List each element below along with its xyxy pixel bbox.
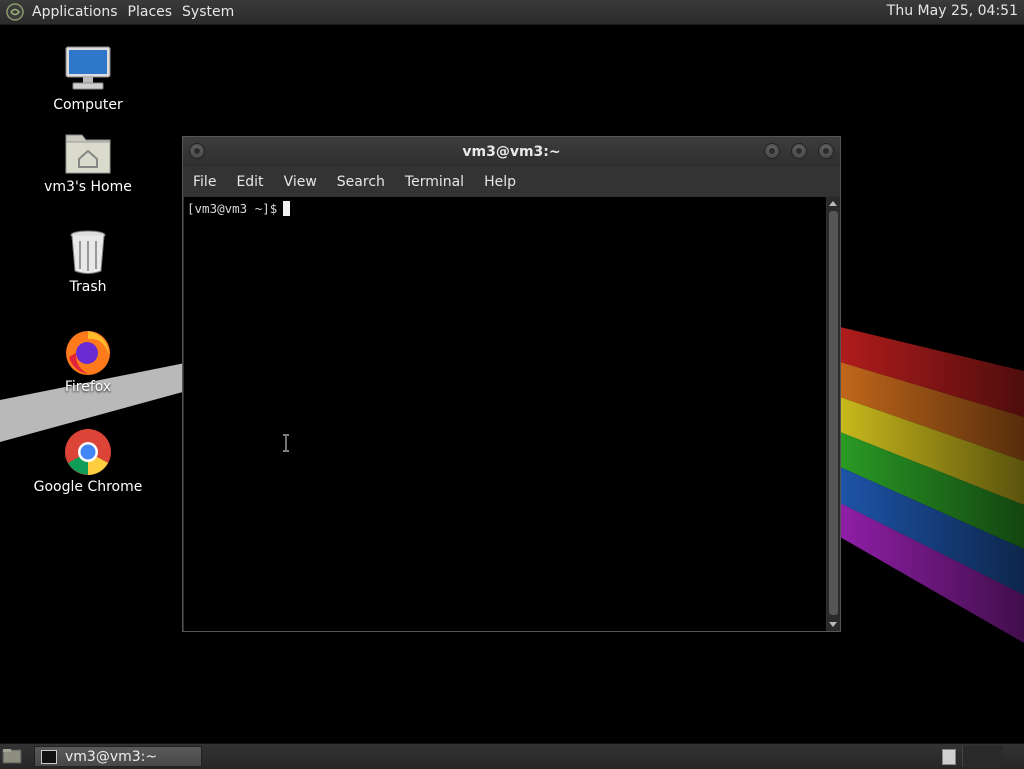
terminal-menubar: File Edit View Search Terminal Help xyxy=(183,167,840,196)
terminal-icon xyxy=(41,749,57,764)
close-button[interactable] xyxy=(818,143,834,159)
desktop-icon-chrome[interactable]: Google Chrome xyxy=(23,427,153,495)
desktop-icon-home[interactable]: vm3's Home xyxy=(23,127,153,195)
workspace-2[interactable] xyxy=(962,746,1003,767)
scroll-up-icon[interactable] xyxy=(829,201,837,206)
menu-edit[interactable]: Edit xyxy=(226,174,273,190)
text-cursor xyxy=(283,201,291,216)
menu-view[interactable]: View xyxy=(274,174,327,190)
desktop-icon-firefox[interactable]: Firefox xyxy=(23,327,153,395)
window-title: vm3@vm3:~ xyxy=(462,144,561,160)
ibeam-cursor-icon xyxy=(283,434,289,452)
desktop-icon-label: Computer xyxy=(53,97,123,113)
desktop-icon-label: Firefox xyxy=(64,379,112,395)
scroll-down-icon[interactable] xyxy=(829,622,837,627)
prompt-line: [vm3@vm3 ~]$ xyxy=(187,201,291,216)
taskbar-terminal-button[interactable]: vm3@vm3:~ xyxy=(34,746,202,767)
computer-icon xyxy=(65,46,111,90)
desktop-icon-label: Trash xyxy=(69,279,107,295)
desktop-icon-label: vm3's Home xyxy=(44,179,132,195)
desktop-icon-trash[interactable]: Trash xyxy=(23,227,153,295)
top-panel: Applications Places System Thu May 25, 0… xyxy=(0,0,1024,25)
taskbar-label: vm3@vm3:~ xyxy=(65,748,158,765)
terminal-scrollbar[interactable] xyxy=(827,197,840,631)
home-folder-icon xyxy=(65,134,111,174)
desktop-icon-label: Google Chrome xyxy=(33,479,143,495)
terminal-window: vm3@vm3:~ File Edit View Search Terminal… xyxy=(182,136,841,632)
minimize-button[interactable] xyxy=(764,143,780,159)
menu-file[interactable]: File xyxy=(183,174,226,190)
menu-terminal[interactable]: Terminal xyxy=(395,174,474,190)
terminal-titlebar[interactable]: vm3@vm3:~ xyxy=(183,137,840,167)
places-menu[interactable]: Places xyxy=(126,4,181,20)
menu-search[interactable]: Search xyxy=(327,174,395,190)
system-menu[interactable]: System xyxy=(180,4,242,20)
show-desktop-icon[interactable] xyxy=(2,748,22,764)
menu-help[interactable]: Help xyxy=(474,174,526,190)
maximize-button[interactable] xyxy=(791,143,807,159)
chrome-icon xyxy=(65,429,111,475)
trash-icon xyxy=(70,230,106,274)
terminal-output[interactable]: [vm3@vm3 ~]$ xyxy=(184,197,826,631)
clock[interactable]: Thu May 25, 04:51 xyxy=(887,3,1018,19)
firefox-icon xyxy=(66,331,110,375)
scrollbar-thumb[interactable] xyxy=(829,211,838,615)
desktop-icon-computer[interactable]: Computer xyxy=(23,45,153,113)
applications-menu[interactable]: Applications xyxy=(30,4,126,20)
workspace-1[interactable] xyxy=(942,749,956,765)
main-menu-logo-icon[interactable] xyxy=(6,3,24,21)
shell-prompt: [vm3@vm3 ~]$ xyxy=(187,201,278,216)
bottom-panel: vm3@vm3:~ xyxy=(0,743,1024,769)
